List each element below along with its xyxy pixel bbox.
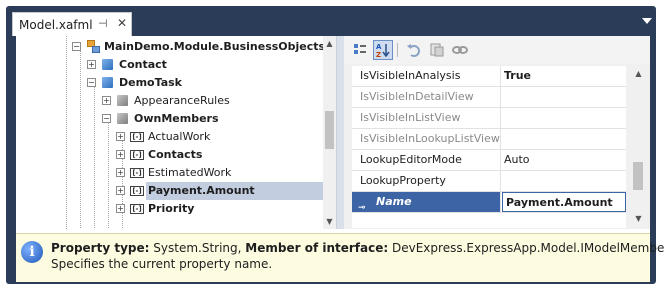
toolbar-separator bbox=[397, 43, 398, 57]
tree-item-label: Contact bbox=[119, 58, 167, 71]
property-value[interactable]: True bbox=[504, 66, 626, 86]
model-editor: − MainDemo.Module.BusinessObjects + Cont… bbox=[16, 36, 665, 282]
svg-text:Z: Z bbox=[376, 51, 381, 59]
folder-cube-icon bbox=[117, 113, 128, 124]
tree-item-label: MainDemo.Module.BusinessObjects bbox=[104, 40, 326, 53]
property-name: IsVisibleInDetailView bbox=[360, 87, 501, 107]
close-icon[interactable]: ✕ bbox=[117, 16, 127, 30]
tab-title: Model.xafml bbox=[19, 18, 93, 32]
expand-icon[interactable]: + bbox=[116, 168, 125, 177]
class-cube-icon bbox=[102, 59, 113, 70]
tree-guide-line bbox=[66, 36, 67, 229]
model-tree: − MainDemo.Module.BusinessObjects + Cont… bbox=[16, 36, 336, 229]
tree-guide-line bbox=[94, 86, 95, 228]
categorized-icon[interactable] bbox=[350, 40, 370, 60]
reset-icon[interactable] bbox=[427, 40, 447, 60]
property-name: LookupEditorMode bbox=[360, 150, 501, 170]
tree-item-label: AppearanceRules bbox=[134, 94, 230, 107]
expand-icon[interactable]: + bbox=[87, 60, 96, 69]
collapse-icon[interactable]: − bbox=[102, 114, 111, 123]
property-value[interactable] bbox=[504, 171, 626, 191]
property-grid-toolbar: A Z bbox=[344, 36, 650, 64]
property-value[interactable]: Auto bbox=[504, 150, 626, 170]
node-icon bbox=[87, 40, 100, 53]
property-name-label: Name bbox=[376, 195, 412, 208]
expand-icon[interactable]: + bbox=[116, 204, 125, 213]
dropdown-arrow-icon[interactable] bbox=[642, 18, 652, 24]
property-row[interactable]: LookupProperty bbox=[352, 171, 626, 192]
info-icon: i bbox=[21, 241, 43, 263]
tree-guide-line bbox=[108, 122, 109, 228]
tree-item-label: OwnMembers bbox=[134, 112, 219, 125]
expand-icon[interactable]: + bbox=[116, 132, 125, 141]
key-icon: ⊸ bbox=[358, 203, 366, 213]
property-name: IsVisibleInAnalysis bbox=[360, 66, 501, 86]
property-type-label: Property type: bbox=[51, 241, 150, 255]
member-icon: [-] bbox=[130, 150, 144, 160]
tree-item-label: Payment.Amount bbox=[146, 182, 324, 200]
description-text: Specifies the current property name. bbox=[51, 257, 273, 271]
scroll-down-icon[interactable]: ▼ bbox=[323, 215, 336, 228]
property-row[interactable]: IsVisibleInAnalysis True bbox=[352, 66, 626, 87]
property-value[interactable] bbox=[504, 87, 626, 107]
document-tab[interactable]: Model.xafml ⊣ ✕ bbox=[12, 12, 132, 36]
property-name: LookupProperty bbox=[360, 171, 501, 191]
tree-item-label: Contacts bbox=[148, 148, 203, 161]
property-value[interactable] bbox=[504, 108, 626, 128]
scroll-thumb[interactable] bbox=[633, 162, 643, 190]
property-row[interactable]: IsVisibleInDetailView bbox=[352, 87, 626, 108]
scroll-thumb[interactable] bbox=[325, 111, 334, 149]
class-cube-icon bbox=[102, 77, 113, 88]
panel-splitter[interactable] bbox=[336, 36, 344, 229]
collapse-icon[interactable]: − bbox=[87, 78, 96, 87]
pin-icon[interactable]: ⊣ bbox=[98, 17, 108, 30]
property-row[interactable]: LookupEditorMode Auto bbox=[352, 150, 626, 171]
property-name: IsVisibleInListView bbox=[360, 108, 501, 128]
tree-scrollbar[interactable]: ▲ ▼ bbox=[323, 36, 336, 229]
description-header: Property type: System.String, Member of … bbox=[51, 241, 665, 255]
property-row-selected[interactable]: ⊸ Name Payment.Amount bbox=[352, 192, 626, 213]
expand-icon[interactable]: + bbox=[116, 150, 125, 159]
property-value-editor[interactable]: Payment.Amount bbox=[502, 192, 626, 212]
property-row[interactable]: IsVisibleInLookupListView bbox=[352, 129, 626, 150]
scroll-up-icon[interactable]: ▲ bbox=[323, 37, 336, 50]
document-window: Model.xafml ⊣ ✕ − MainDemo.Module.Busine… bbox=[6, 6, 665, 284]
tree-item-label: Priority bbox=[148, 202, 195, 215]
member-icon: [-] bbox=[130, 186, 144, 196]
interface-value: DevExpress.ExpressApp.Model.IModelMember bbox=[392, 241, 665, 255]
alphabetical-icon[interactable]: A Z bbox=[373, 40, 393, 60]
property-grid-scrollbar[interactable]: ▲ ▼ bbox=[626, 66, 650, 229]
folder-cube-icon bbox=[117, 95, 128, 106]
property-grid: A Z IsVisibleInAnalysis True IsVisibleIn… bbox=[344, 36, 650, 229]
property-row[interactable]: IsVisibleInListView bbox=[352, 108, 626, 129]
property-name: ⊸ Name bbox=[352, 192, 501, 213]
member-icon: [-] bbox=[130, 132, 144, 142]
tree-guide-line bbox=[80, 48, 81, 228]
scroll-down-icon[interactable]: ▼ bbox=[632, 212, 645, 225]
description-panel: i Property type: System.String, Member o… bbox=[16, 233, 665, 282]
interface-label: Member of interface: bbox=[245, 241, 389, 255]
property-name: IsVisibleInLookupListView bbox=[360, 129, 501, 149]
member-icon: [-] bbox=[130, 204, 144, 214]
tree-item-label: DemoTask bbox=[119, 76, 182, 89]
expand-icon[interactable]: + bbox=[102, 96, 111, 105]
link-icon[interactable] bbox=[450, 40, 470, 60]
collapse-icon[interactable]: − bbox=[72, 42, 81, 51]
property-type-value: System.String, bbox=[153, 241, 242, 255]
property-value[interactable] bbox=[504, 129, 626, 149]
expand-icon[interactable]: + bbox=[116, 186, 125, 195]
scroll-up-icon[interactable]: ▲ bbox=[632, 67, 645, 80]
property-rows: IsVisibleInAnalysis True IsVisibleInDeta… bbox=[344, 66, 626, 228]
member-icon: [-] bbox=[130, 168, 144, 178]
tree-item-label: EstimatedWork bbox=[148, 166, 232, 179]
undo-icon[interactable] bbox=[404, 40, 424, 60]
tree-item-label: ActualWork bbox=[148, 130, 211, 143]
svg-text:A: A bbox=[376, 43, 382, 51]
